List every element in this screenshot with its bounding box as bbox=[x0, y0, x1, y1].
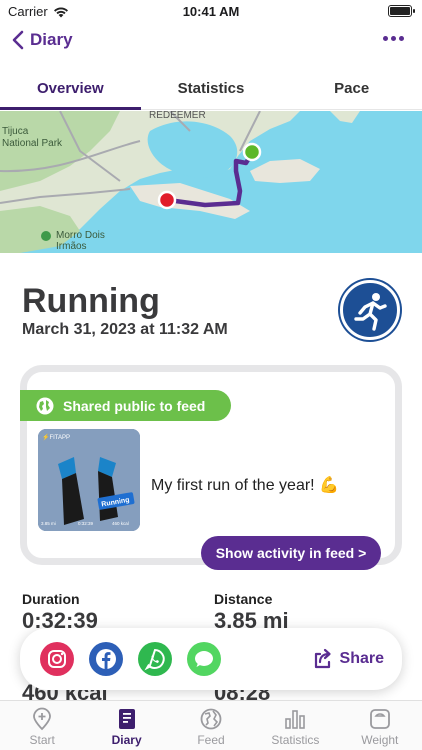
share-icon bbox=[314, 648, 331, 669]
bottom-tab-bar: Start Diary Feed Statistics Weight bbox=[0, 700, 422, 750]
tabbar-item-statistics[interactable]: Statistics bbox=[253, 701, 337, 750]
clock: 10:41 AM bbox=[182, 4, 240, 19]
more-dot-icon bbox=[383, 36, 388, 41]
tabbar-item-diary[interactable]: Diary bbox=[84, 701, 168, 750]
shared-status-badge: Shared public to feed bbox=[20, 390, 231, 421]
facebook-icon[interactable] bbox=[89, 642, 123, 676]
map-label: Tijuca bbox=[2, 126, 29, 137]
instagram-icon[interactable] bbox=[40, 642, 74, 676]
route-end-marker bbox=[157, 190, 177, 210]
back-button[interactable]: Diary bbox=[12, 30, 73, 50]
book-icon bbox=[118, 709, 135, 729]
tab-statistics[interactable]: Statistics bbox=[141, 72, 282, 109]
map-label: Morro Dois bbox=[56, 230, 105, 241]
plus-location-icon bbox=[33, 707, 52, 731]
globe-icon bbox=[200, 708, 222, 730]
distance-label: Distance bbox=[214, 591, 273, 607]
tabbar-label: Feed bbox=[197, 733, 225, 747]
share-bar: Share bbox=[20, 628, 402, 690]
more-dot-icon bbox=[391, 36, 396, 41]
map-label: Irmãos bbox=[56, 241, 87, 252]
chevron-left-icon bbox=[12, 30, 24, 50]
tabbar-item-feed[interactable]: Feed bbox=[169, 701, 253, 750]
map-label: REDEEMER bbox=[149, 111, 206, 121]
tabbar-label: Start bbox=[29, 733, 55, 747]
status-bar: Carrier 10:41 AM bbox=[0, 0, 422, 22]
share-button[interactable]: Share bbox=[312, 648, 384, 670]
duration-label: Duration bbox=[22, 591, 80, 607]
more-dot-icon bbox=[399, 36, 404, 41]
activity-photo[interactable]: Running ⚡FITAPP 3.85 mi 0:32:39 460 kcal bbox=[38, 429, 140, 531]
share-label: Share bbox=[339, 650, 384, 667]
tab-pace[interactable]: Pace bbox=[281, 72, 422, 109]
tabbar-item-weight[interactable]: Weight bbox=[338, 701, 422, 750]
activity-title: Running bbox=[22, 282, 160, 320]
segment-tabs: Overview Statistics Pace bbox=[0, 72, 422, 110]
feed-caption: My first run of the year! 💪 bbox=[151, 477, 339, 494]
back-label: Diary bbox=[30, 30, 73, 49]
activity-date: March 31, 2023 at 11:32 AM bbox=[22, 321, 228, 338]
bar-chart-icon bbox=[285, 710, 306, 729]
running-person-icon bbox=[340, 280, 400, 340]
shared-label: Shared public to feed bbox=[63, 397, 206, 414]
navigation-bar: Diary bbox=[0, 28, 422, 62]
more-options-button[interactable] bbox=[383, 36, 404, 41]
tabbar-item-start[interactable]: Start bbox=[0, 701, 84, 750]
thumb-stat: 0:32:39 bbox=[78, 521, 94, 526]
tab-overview[interactable]: Overview bbox=[0, 72, 141, 110]
tabbar-label: Diary bbox=[111, 733, 142, 747]
messages-icon[interactable] bbox=[187, 642, 221, 676]
map-graphic: REDEEMER Tijuca National Park Morro Dois… bbox=[0, 111, 422, 253]
map-label: National Park bbox=[2, 138, 63, 149]
show-in-feed-button[interactable]: Show activity in feed > bbox=[201, 536, 381, 570]
whatsapp-icon[interactable] bbox=[138, 642, 172, 676]
battery-icon bbox=[388, 5, 415, 17]
route-map[interactable]: REDEEMER Tijuca National Park Morro Dois… bbox=[0, 111, 422, 253]
scale-icon bbox=[369, 709, 390, 729]
globe-icon bbox=[36, 397, 54, 414]
thumb-stat: 460 kcal bbox=[112, 521, 129, 526]
tabbar-label: Statistics bbox=[271, 733, 320, 747]
thumb-logo: ⚡FITAPP bbox=[42, 433, 70, 441]
tabbar-label: Weight bbox=[361, 733, 399, 747]
park-pin-icon bbox=[41, 231, 51, 241]
feed-card: Shared public to feed Running ⚡FITAPP 3.… bbox=[20, 365, 402, 570]
route-start-marker bbox=[242, 142, 262, 162]
thumb-stat: 3.85 mi bbox=[41, 521, 56, 526]
